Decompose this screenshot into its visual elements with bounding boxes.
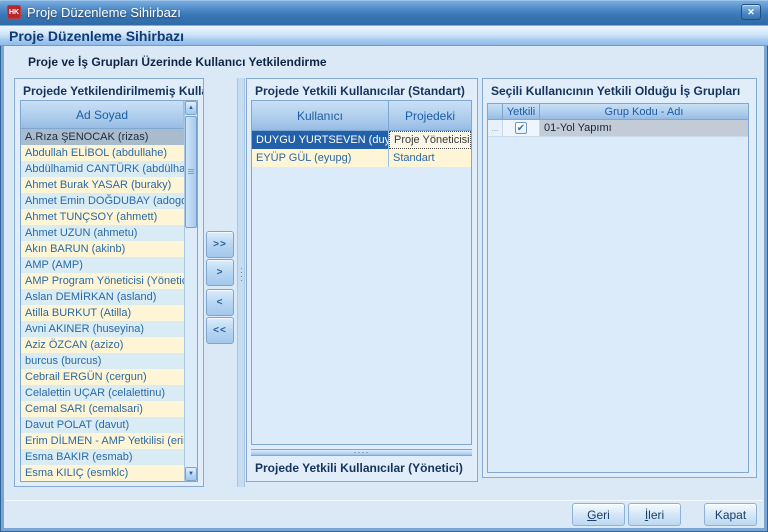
standard-users-rows: DUYGU YURTSEVEN (duyguy)Proje Yöneticisi… — [252, 131, 471, 167]
back-button[interactable]: Geri — [572, 503, 625, 526]
move-right-button[interactable]: > — [206, 259, 234, 286]
vertical-scrollbar[interactable]: ▲ ▼ — [184, 101, 197, 481]
close-icon[interactable]: ✕ — [741, 4, 761, 20]
move-all-left-button[interactable]: << — [206, 317, 234, 344]
column-header-yetkili[interactable]: Yetkili — [503, 104, 540, 119]
user-list-item[interactable]: Cebrail ERGÜN (cergun) — [21, 369, 184, 385]
column-header-projedeki-yetkisi[interactable]: Projedeki Yetkisi — [389, 101, 471, 130]
user-list-item[interactable]: A.Rıza ŞENOCAK (rizas) — [21, 129, 184, 145]
next-button[interactable]: İleri — [628, 503, 681, 526]
user-list-item[interactable]: AMP Program Yöneticisi (Yönetici) — [21, 273, 184, 289]
scrollbar-thumb[interactable] — [185, 116, 197, 228]
work-groups-header: Yetkili Grup Kodu - Adı — [488, 104, 748, 120]
close-dialog-button[interactable]: Kapat — [704, 503, 757, 526]
user-list-item[interactable]: Atilla BURKUT (Atilla) — [21, 305, 184, 321]
user-list-item[interactable]: Aslan DEMİRKAN (asland) — [21, 289, 184, 305]
row-indicator-header — [488, 104, 503, 119]
move-left-button[interactable]: < — [206, 289, 234, 316]
user-list-item[interactable]: burcus (burcus) — [21, 353, 184, 369]
group-name-cell[interactable]: 01-Yol Yapımı — [540, 120, 748, 137]
standard-users-title: Projede Yetkili Kullanıcılar (Standart) — [247, 79, 477, 98]
manager-users-title: Projede Yetkili Kullanıcılar (Yönetici) — [251, 461, 463, 475]
vertical-splitter[interactable] — [237, 78, 245, 487]
work-group-row[interactable]: ... ✔ 01-Yol Yapımı — [488, 120, 748, 137]
work-groups-title: Seçili Kullanıcının Yetkili Olduğu İş Gr… — [483, 79, 756, 98]
user-list-item[interactable]: Cemal SARI (cemalsari) — [21, 401, 184, 417]
column-header-grup-kodu-adi[interactable]: Grup Kodu - Adı — [540, 104, 748, 119]
standard-user-row[interactable]: EYÜP GÜL (eyupg)Standart — [252, 149, 471, 167]
user-list-item[interactable]: Esma KILIÇ (esmklc) — [21, 465, 184, 481]
role-cell[interactable]: Proje Yöneticisi — [389, 131, 471, 149]
user-list-item[interactable]: Ahmet Emin DOĞDUBAY (adogdubay) — [21, 193, 184, 209]
standard-users-header: Kullanıcı Projedeki Yetkisi — [252, 101, 471, 131]
user-list-item[interactable]: Ahmet Burak YASAR (buraky) — [21, 177, 184, 193]
user-list-item[interactable]: Avni AKINER (huseyina) — [21, 321, 184, 337]
user-list-item[interactable]: Abdullah ELİBOL (abdullahe) — [21, 145, 184, 161]
standard-users-grid: Kullanıcı Projedeki Yetkisi DUYGU YURTSE… — [251, 100, 472, 445]
work-groups-grid: Yetkili Grup Kodu - Adı ... ✔ 01-Yol Yapım… — [487, 103, 749, 473]
column-header-ad-soyad[interactable]: Ad Soyad — [21, 101, 184, 129]
user-list-item[interactable]: Ahmet TUNÇSOY (ahmett) — [21, 209, 184, 225]
app-icon: HK — [7, 5, 21, 19]
horizontal-splitter[interactable] — [251, 449, 472, 456]
user-list-item[interactable]: Abdülhamid CANTÜRK (abdülhamidc) — [21, 161, 184, 177]
work-groups-rows: ... ✔ 01-Yol Yapımı — [488, 120, 748, 137]
user-cell[interactable]: EYÜP GÜL (eyupg) — [252, 149, 389, 167]
unassigned-users-panel: Projede Yetkilendirilmemiş Kullanıcılar … — [14, 78, 204, 487]
user-list-item[interactable]: Ahmet UZUN (ahmetu) — [21, 225, 184, 241]
window-title: Proje Düzenleme Sihirbazı — [27, 0, 181, 25]
user-list-item[interactable]: Akın BARUN (akinb) — [21, 241, 184, 257]
column-header-kullanici[interactable]: Kullanıcı — [252, 101, 389, 130]
yetkili-cell: ✔ — [503, 120, 540, 137]
footer-separator — [5, 500, 763, 501]
standard-user-row[interactable]: DUYGU YURTSEVEN (duyguy)Proje Yöneticisi — [252, 131, 471, 149]
unassigned-users-list: A.Rıza ŞENOCAK (rizas)Abdullah ELİBOL (a… — [21, 129, 184, 481]
titlebar: HK Proje Düzenleme Sihirbazı ✕ — [0, 0, 768, 25]
row-indicator: ... — [488, 120, 503, 137]
wizard-window: HK Proje Düzenleme Sihirbazı ✕ Proje Düz… — [0, 0, 768, 532]
role-cell[interactable]: Standart — [389, 149, 471, 167]
user-list-item[interactable]: Davut POLAT (davut) — [21, 417, 184, 433]
user-list-item[interactable]: Erim DİLMEN - AMP Yetkilisi (erimd) — [21, 433, 184, 449]
group-checkbox[interactable]: ✔ — [515, 122, 527, 134]
user-list-item[interactable]: Celalettin UÇAR (celalettinu) — [21, 385, 184, 401]
standard-users-panel: Projede Yetkili Kullanıcılar (Standart) … — [246, 78, 478, 482]
unassigned-users-grid: Ad Soyad A.Rıza ŞENOCAK (rizas)Abdullah … — [20, 100, 198, 482]
work-groups-panel: Seçili Kullanıcının Yetkili Olduğu İş Gr… — [482, 78, 757, 478]
move-all-right-button[interactable]: >> — [206, 231, 234, 258]
scroll-up-icon[interactable]: ▲ — [185, 101, 197, 115]
step-instruction: Proje ve İş Grupları Üzerinde Kullanıcı … — [28, 55, 327, 69]
unassigned-users-title: Projede Yetkilendirilmemiş Kullanıcılar — [15, 79, 203, 98]
scroll-down-icon[interactable]: ▼ — [185, 467, 197, 481]
user-list-item[interactable]: AMP (AMP) — [21, 257, 184, 273]
wizard-heading: Proje Düzenleme Sihirbazı — [0, 25, 768, 46]
user-cell[interactable]: DUYGU YURTSEVEN (duyguy) — [252, 131, 389, 149]
user-list-item[interactable]: Aziz ÖZCAN (azizo) — [21, 337, 184, 353]
user-list-item[interactable]: Esma BAKIR (esmab) — [21, 449, 184, 465]
